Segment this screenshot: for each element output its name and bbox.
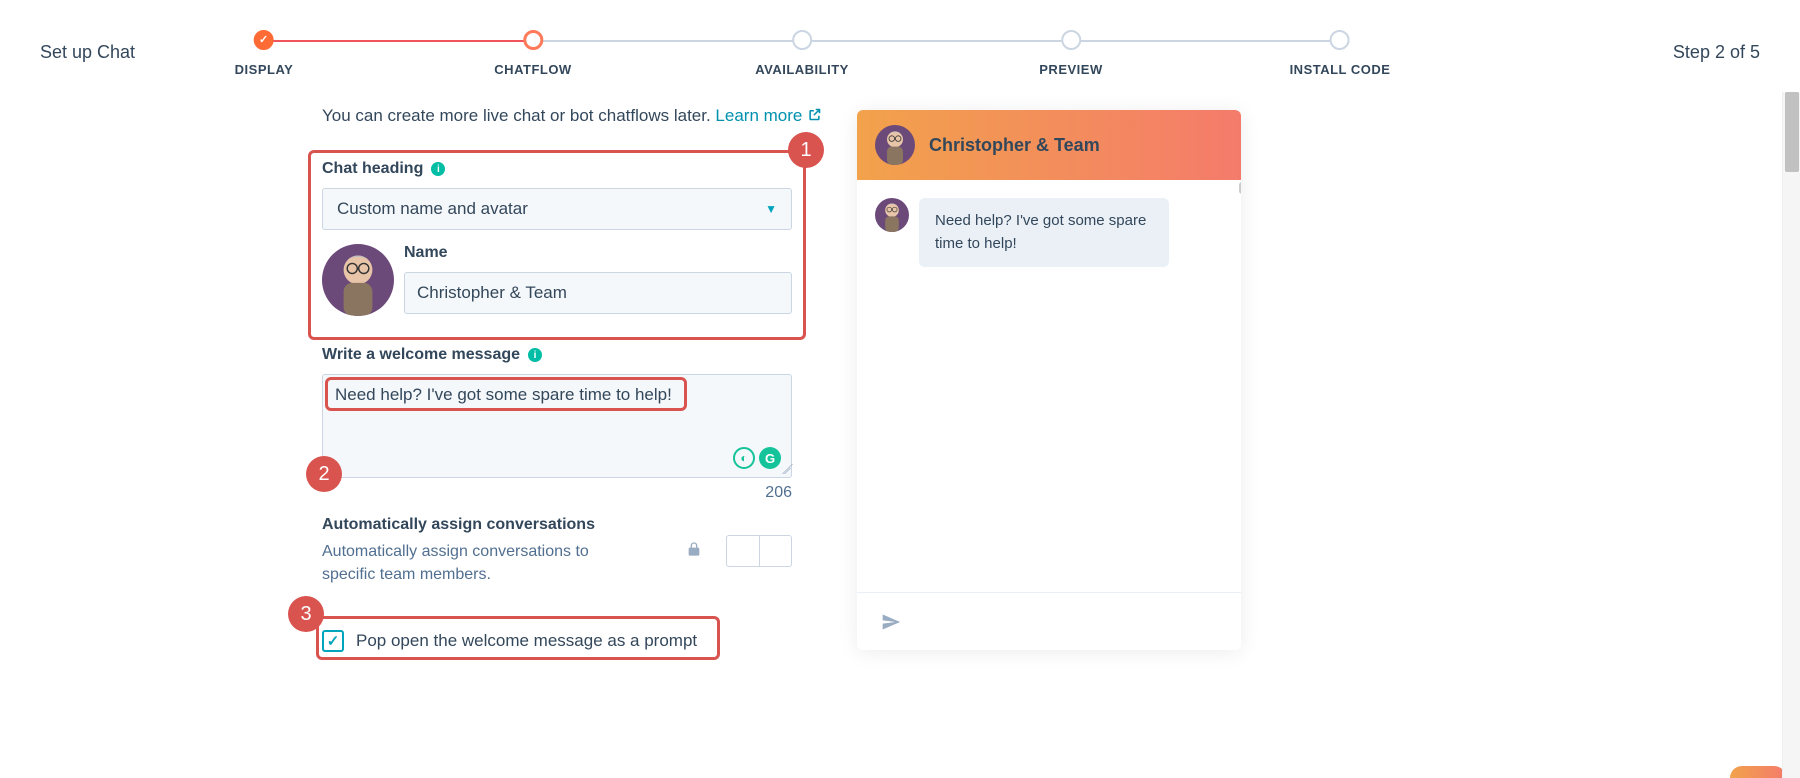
page-scrollbar[interactable]	[1782, 92, 1800, 778]
step-dot-preview[interactable]	[1061, 30, 1081, 50]
chat-heading-label: Chat headingi	[322, 160, 792, 178]
auto-assign-toggle[interactable]	[726, 535, 792, 567]
page-title: Set up Chat	[40, 42, 135, 63]
step-label: INSTALL CODE	[1290, 62, 1391, 77]
step-label: CHATFLOW	[494, 62, 571, 77]
lock-icon	[686, 540, 702, 563]
select-value: Custom name and avatar	[337, 199, 528, 219]
annotation-badge-1: 1	[788, 132, 824, 168]
auto-assign-title: Automatically assign conversations	[322, 516, 662, 534]
annotation-badge-3: 3	[288, 596, 324, 632]
annotation-badge-2: 2	[306, 456, 342, 492]
step-indicator: Step 2 of 5	[1673, 42, 1760, 63]
send-icon[interactable]	[881, 612, 901, 632]
preview-avatar	[875, 125, 915, 165]
top-bar: Set up Chat Step 2 of 5 DISPLAY CHATFLOW…	[0, 0, 1800, 92]
welcome-textarea[interactable]: Need help? I've got some spare time to h…	[323, 375, 791, 477]
step-label: DISPLAY	[235, 62, 294, 77]
grammarly-tone-icon[interactable]: ◐	[733, 447, 755, 469]
char-counter: 206	[322, 484, 792, 502]
name-input[interactable]	[404, 272, 792, 314]
pop-open-label: Pop open the welcome message as a prompt	[356, 631, 697, 651]
learn-more-link[interactable]: Learn more	[715, 106, 822, 125]
step-dot-display[interactable]	[254, 30, 274, 50]
chat-preview: Christopher & Team Need help? I've got s…	[857, 110, 1241, 650]
step-dot-chatflow[interactable]	[523, 30, 543, 50]
name-label: Name	[404, 244, 792, 262]
info-icon[interactable]: i	[431, 162, 445, 176]
chevron-down-icon: ▼	[765, 202, 777, 216]
step-dot-install[interactable]	[1330, 30, 1350, 50]
info-icon[interactable]: i	[528, 348, 542, 362]
preview-footer	[857, 592, 1241, 650]
avatar-picker[interactable]	[322, 244, 394, 316]
welcome-label: Write a welcome messagei	[322, 346, 792, 364]
resize-handle[interactable]	[778, 464, 788, 474]
external-link-icon	[807, 107, 822, 122]
preview-title: Christopher & Team	[929, 135, 1100, 156]
step-label: AVAILABILITY	[755, 62, 849, 77]
message-avatar	[875, 198, 909, 232]
pop-open-checkbox[interactable]: ✓	[322, 630, 344, 652]
preview-message-row: Need help? I've got some spare time to h…	[875, 198, 1223, 267]
message-bubble: Need help? I've got some spare time to h…	[919, 198, 1169, 267]
chat-launcher-peek[interactable]	[1730, 766, 1786, 778]
step-label: PREVIEW	[1039, 62, 1102, 77]
step-dot-availability[interactable]	[792, 30, 812, 50]
auto-assign-sub: Automatically assign conversations to sp…	[322, 540, 642, 586]
preview-scrollbar[interactable]	[1239, 180, 1241, 540]
preview-header: Christopher & Team	[857, 110, 1241, 180]
chat-heading-select[interactable]: Custom name and avatar ▼	[322, 188, 792, 230]
